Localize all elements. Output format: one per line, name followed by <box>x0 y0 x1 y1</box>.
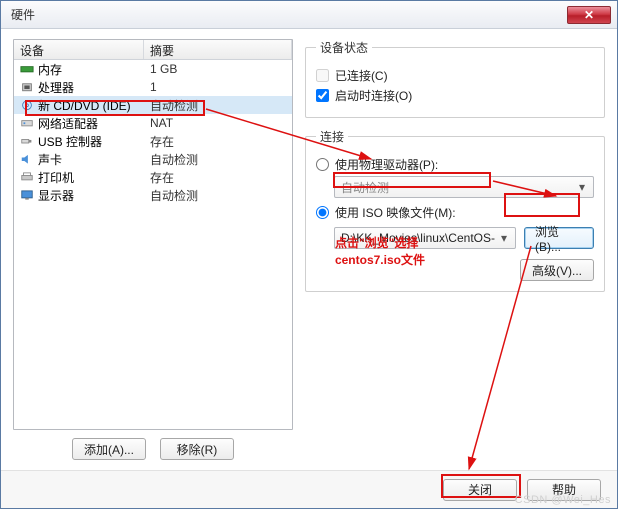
connection-group: 连接 使用物理驱动器(P): 自动检测 ▾ 使用 ISO 映像文件(M): <box>305 128 605 292</box>
use-physical-radio-label[interactable]: 使用物理驱动器(P): <box>316 156 594 173</box>
add-device-button[interactable]: 添加(A)... <box>72 438 146 460</box>
use-iso-text: 使用 ISO 映像文件(M): <box>335 204 456 221</box>
table-row[interactable]: USB 控制器 存在 <box>14 132 292 150</box>
device-detail-pane: 设备状态 已连接(C) 启动时连接(O) 连接 使用物理驱动器(P): <box>305 39 605 460</box>
titlebar: 硬件 ✕ <box>1 1 617 29</box>
device-summary: 自动检测 <box>144 97 292 114</box>
prn-icon <box>20 171 34 183</box>
device-table: 设备 摘要 内存1 GB处理器1新 CD/DVD (IDE)自动检测网络适配器N… <box>13 39 293 430</box>
window-close-button[interactable]: ✕ <box>567 6 611 24</box>
cd-icon <box>20 99 34 111</box>
device-summary: 1 <box>144 80 292 94</box>
device-name: 打印机 <box>38 169 74 186</box>
table-row[interactable]: 声卡 自动检测 <box>14 150 292 168</box>
physical-drive-combo: 自动检测 ▾ <box>334 176 594 198</box>
col-summary[interactable]: 摘要 <box>144 40 292 59</box>
net-icon <box>20 117 34 129</box>
physical-drive-value: 自动检测 <box>341 179 389 196</box>
device-summary: 1 GB <box>144 62 292 76</box>
snd-icon <box>20 153 34 165</box>
iso-path-combo[interactable]: D:\KK_Movies\linux\CentOS- ▾ <box>334 227 516 249</box>
device-summary: 存在 <box>144 169 292 186</box>
device-name: 处理器 <box>38 79 74 96</box>
device-cell: 新 CD/DVD (IDE) <box>14 97 144 114</box>
use-iso-radio-label[interactable]: 使用 ISO 映像文件(M): <box>316 204 594 221</box>
use-iso-radio[interactable] <box>316 206 329 219</box>
connection-legend: 连接 <box>316 128 348 145</box>
device-cell: 打印机 <box>14 169 144 186</box>
close-button[interactable]: 关闭 <box>443 479 517 501</box>
advanced-button[interactable]: 高级(V)... <box>520 259 594 281</box>
device-summary: 自动检测 <box>144 187 292 204</box>
mem-icon <box>20 63 34 75</box>
device-cell: 显示器 <box>14 187 144 204</box>
chevron-down-icon[interactable]: ▾ <box>497 231 511 245</box>
device-cell: 处理器 <box>14 79 144 96</box>
iso-path-value: D:\KK_Movies\linux\CentOS- <box>341 231 495 245</box>
chevron-down-icon: ▾ <box>575 180 589 194</box>
hardware-dialog: 硬件 ✕ 设备 摘要 内存1 GB处理器1新 CD/DVD (IDE)自动检测网… <box>0 0 618 509</box>
table-row[interactable]: 新 CD/DVD (IDE) 自动检测 <box>14 96 292 114</box>
use-physical-radio[interactable] <box>316 158 329 171</box>
device-cell: 网络适配器 <box>14 115 144 132</box>
remove-device-button[interactable]: 移除(R) <box>160 438 234 460</box>
table-row[interactable]: 显示器 自动检测 <box>14 186 292 204</box>
connected-checkbox-label: 已连接(C) <box>316 67 594 84</box>
connected-checkbox <box>316 69 329 82</box>
table-row[interactable]: 内存 1 GB <box>14 60 292 78</box>
browse-button[interactable]: 浏览(B)... <box>524 227 594 249</box>
device-name: 新 CD/DVD (IDE) <box>38 97 131 114</box>
connected-text: 已连接(C) <box>335 67 388 84</box>
connect-on-power-checkbox[interactable] <box>316 89 329 102</box>
col-device[interactable]: 设备 <box>14 40 144 59</box>
device-cell: USB 控制器 <box>14 133 144 150</box>
device-list-pane: 设备 摘要 内存1 GB处理器1新 CD/DVD (IDE)自动检测网络适配器N… <box>13 39 293 460</box>
device-name: USB 控制器 <box>38 133 102 150</box>
connect-on-power-text: 启动时连接(O) <box>335 87 412 104</box>
device-name: 显示器 <box>38 187 74 204</box>
table-row[interactable]: 打印机 存在 <box>14 168 292 186</box>
device-name: 声卡 <box>38 151 62 168</box>
disp-icon <box>20 189 34 201</box>
device-summary: 存在 <box>144 133 292 150</box>
window-title: 硬件 <box>11 6 567 23</box>
connect-on-power-label[interactable]: 启动时连接(O) <box>316 87 594 104</box>
close-icon: ✕ <box>584 8 594 22</box>
device-status-group: 设备状态 已连接(C) 启动时连接(O) <box>305 39 605 118</box>
device-cell: 内存 <box>14 61 144 78</box>
table-row[interactable]: 处理器 1 <box>14 78 292 96</box>
cpu-icon <box>20 81 34 93</box>
device-table-header: 设备 摘要 <box>14 40 292 60</box>
device-name: 内存 <box>38 61 62 78</box>
usb-icon <box>20 135 34 147</box>
device-summary: 自动检测 <box>144 151 292 168</box>
device-status-legend: 设备状态 <box>316 39 372 56</box>
watermark: CSDN @Wei_Hes <box>515 494 611 506</box>
device-cell: 声卡 <box>14 151 144 168</box>
use-physical-text: 使用物理驱动器(P): <box>335 156 438 173</box>
device-name: 网络适配器 <box>38 115 98 132</box>
device-summary: NAT <box>144 116 292 130</box>
table-row[interactable]: 网络适配器 NAT <box>14 114 292 132</box>
